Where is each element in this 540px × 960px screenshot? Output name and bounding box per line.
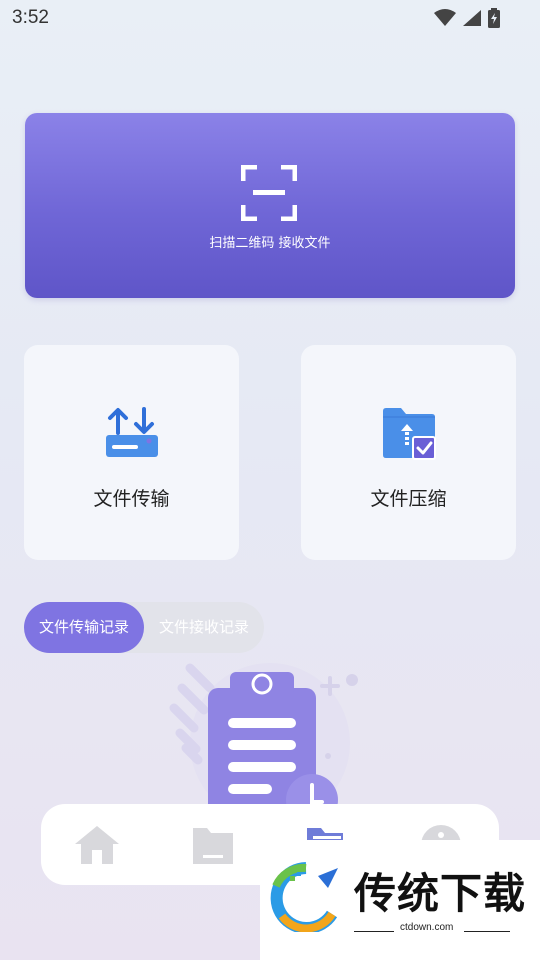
- scan-qr-card[interactable]: 扫描二维码 接收文件: [25, 113, 515, 298]
- wifi-icon: [434, 9, 456, 26]
- file-transfer-card[interactable]: 文件传输: [24, 345, 239, 560]
- signal-icon: [463, 10, 481, 26]
- status-bar: 3:52: [0, 0, 540, 36]
- watermark-overlay: 传统下载 ctdown.com: [260, 840, 540, 960]
- battery-charging-icon: [488, 8, 500, 28]
- file-compress-label: 文件压缩: [370, 488, 447, 510]
- watermark-divider-right: [464, 931, 510, 932]
- file-compress-icon: [383, 408, 436, 460]
- scan-qr-icon: [241, 165, 297, 221]
- status-time: 3:52: [12, 7, 49, 28]
- home-icon[interactable]: [73, 822, 121, 868]
- file-transfer-label: 文件传输: [93, 488, 170, 510]
- watermark-url: ctdown.com: [400, 922, 454, 933]
- status-icons: [434, 8, 500, 28]
- record-tab-switch: 文件传输记录 文件接收记录: [24, 602, 264, 653]
- file-compress-card[interactable]: 文件压缩: [301, 345, 516, 560]
- file-transfer-icon: [106, 407, 158, 457]
- watermark-divider-left: [354, 931, 394, 932]
- folder-icon[interactable]: [189, 822, 237, 868]
- scan-qr-label: 扫描二维码 接收文件: [209, 236, 331, 251]
- tab-transfer-records[interactable]: 文件传输记录: [24, 602, 144, 653]
- watermark-title: 传统下载: [354, 869, 527, 918]
- empty-clipboard-illustration: [169, 663, 358, 818]
- tab-receive-records[interactable]: 文件接收记录: [144, 602, 264, 653]
- watermark-logo: [270, 862, 338, 932]
